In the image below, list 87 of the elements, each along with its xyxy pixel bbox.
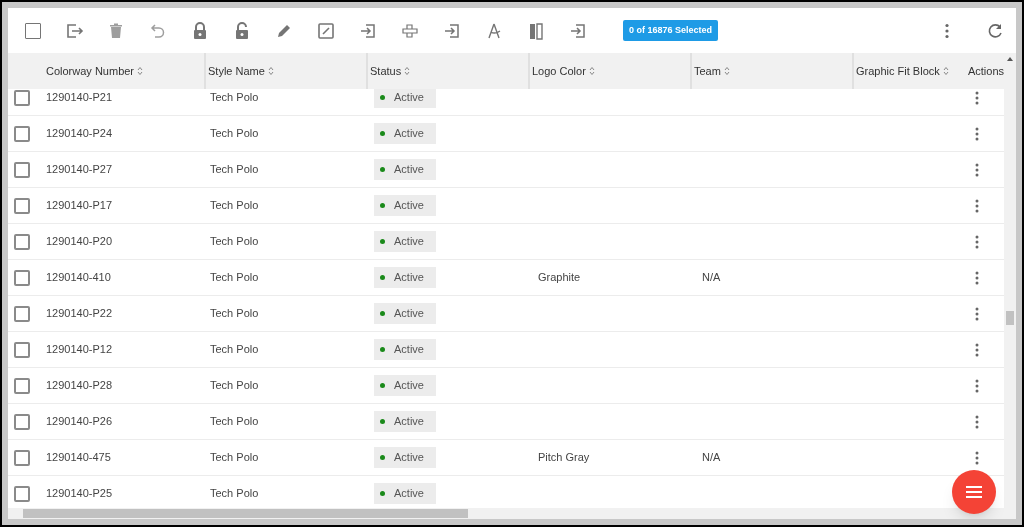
table-cell-text: 1290140-P20 [46,234,113,250]
row-menu-icon[interactable] [974,198,980,213]
table-cell-text: Tech Polo [210,270,259,286]
row-menu-icon[interactable] [974,306,980,321]
column-header[interactable]: Status [370,62,402,80]
status-badge: Active [374,375,436,396]
row-checkbox[interactable] [14,305,30,322]
table-cell-text: Tech Polo [210,378,259,394]
row-checkbox[interactable] [14,269,30,286]
status-badge: Active [374,159,436,180]
table-cell-text: N/A [702,270,721,286]
table-cell-text: 1290140-410 [46,270,111,286]
table-cell-text: Graphite [538,270,581,286]
status-badge: Active [374,231,436,252]
row-checkbox[interactable] [14,413,30,430]
row-checkbox[interactable] [14,197,30,214]
status-badge: Active [374,303,436,324]
row-menu-icon[interactable] [974,90,980,105]
status-badge: Active [374,483,436,504]
row-checkbox[interactable] [14,341,30,358]
column-header[interactable]: Logo Color [532,62,586,80]
sort-icon[interactable] [404,66,411,76]
row-menu-icon[interactable] [974,270,980,285]
sort-icon[interactable] [588,66,595,76]
table-cell-text: Tech Polo [210,450,259,466]
horizontal-scrollbar[interactable] [8,508,1016,519]
column-header[interactable]: Team [694,62,721,80]
status-badge: Active [374,339,436,360]
column-header: Actions [967,63,1004,79]
table-cell-text: 1290140-P26 [46,414,113,430]
table-cell-text: 1290140-P22 [46,306,113,322]
menu-fab[interactable] [952,470,996,514]
table-cell-text: Tech Polo [210,234,259,250]
row-checkbox[interactable] [14,233,30,250]
table-cell-text: 1290140-P24 [46,126,113,142]
table-cell-text: 1290140-P12 [46,342,113,358]
row-checkbox[interactable] [14,161,30,178]
menu-icon [966,486,982,498]
status-badge: Active [374,195,436,216]
select-all-checkbox[interactable] [25,22,41,39]
status-badge: Active [374,411,436,432]
row-checkbox[interactable] [14,449,30,466]
sort-icon[interactable] [942,66,949,76]
row-menu-icon[interactable] [974,414,980,429]
vertical-scrollbar[interactable] [1004,53,1016,508]
status-badge: Active [374,123,436,144]
row-checkbox[interactable] [14,377,30,394]
table-cell-text: Tech Polo [210,162,259,178]
column-header[interactable]: Style Name [208,62,265,80]
row-checkbox[interactable] [14,125,30,142]
selection-count-badge: 0 of 16876 Selected [623,19,719,42]
table-cell-text: 1290140-P21 [46,90,113,106]
table-cell-text: Pitch Gray [538,450,590,466]
status-badge: Active [374,89,436,108]
scroll-up-icon[interactable] [1007,57,1013,61]
column-header[interactable]: Colorway Number [46,62,135,80]
table-cell-text: Tech Polo [210,90,259,106]
row-checkbox[interactable] [14,89,30,106]
more-icon[interactable] [944,22,950,39]
table-cell-text: Tech Polo [210,342,259,358]
table-cell-text: Tech Polo [210,306,259,322]
status-badge: Active [374,447,436,468]
table-cell-text: 1290140-P25 [46,486,113,502]
table-cell-text: 1290140-P17 [46,198,113,214]
table-cell-text: 1290140-P28 [46,378,113,394]
column-header[interactable]: Graphic Fit Block [856,62,940,80]
status-badge: Active [374,267,436,288]
row-menu-icon[interactable] [974,450,980,465]
table-cell-text: Tech Polo [210,414,259,430]
table-cell-text: Tech Polo [210,126,259,142]
row-menu-icon[interactable] [974,162,980,177]
table-cell-text: N/A [702,450,721,466]
refresh-icon[interactable] [986,21,1004,40]
row-menu-icon[interactable] [974,234,980,249]
row-menu-icon[interactable] [974,126,980,141]
table-cell-text: Tech Polo [210,198,259,214]
row-menu-icon[interactable] [974,378,980,393]
sort-icon[interactable] [267,66,274,76]
table-cell-text: Tech Polo [210,486,259,502]
row-checkbox[interactable] [14,485,30,502]
sort-icon[interactable] [723,66,730,76]
table-cell-text: 1290140-475 [46,450,111,466]
row-menu-icon[interactable] [974,342,980,357]
scrollbar-thumb[interactable] [23,509,468,518]
sort-icon[interactable] [137,66,144,76]
table-cell-text: 1290140-P27 [46,162,113,178]
scrollbar-thumb[interactable] [1006,311,1014,325]
